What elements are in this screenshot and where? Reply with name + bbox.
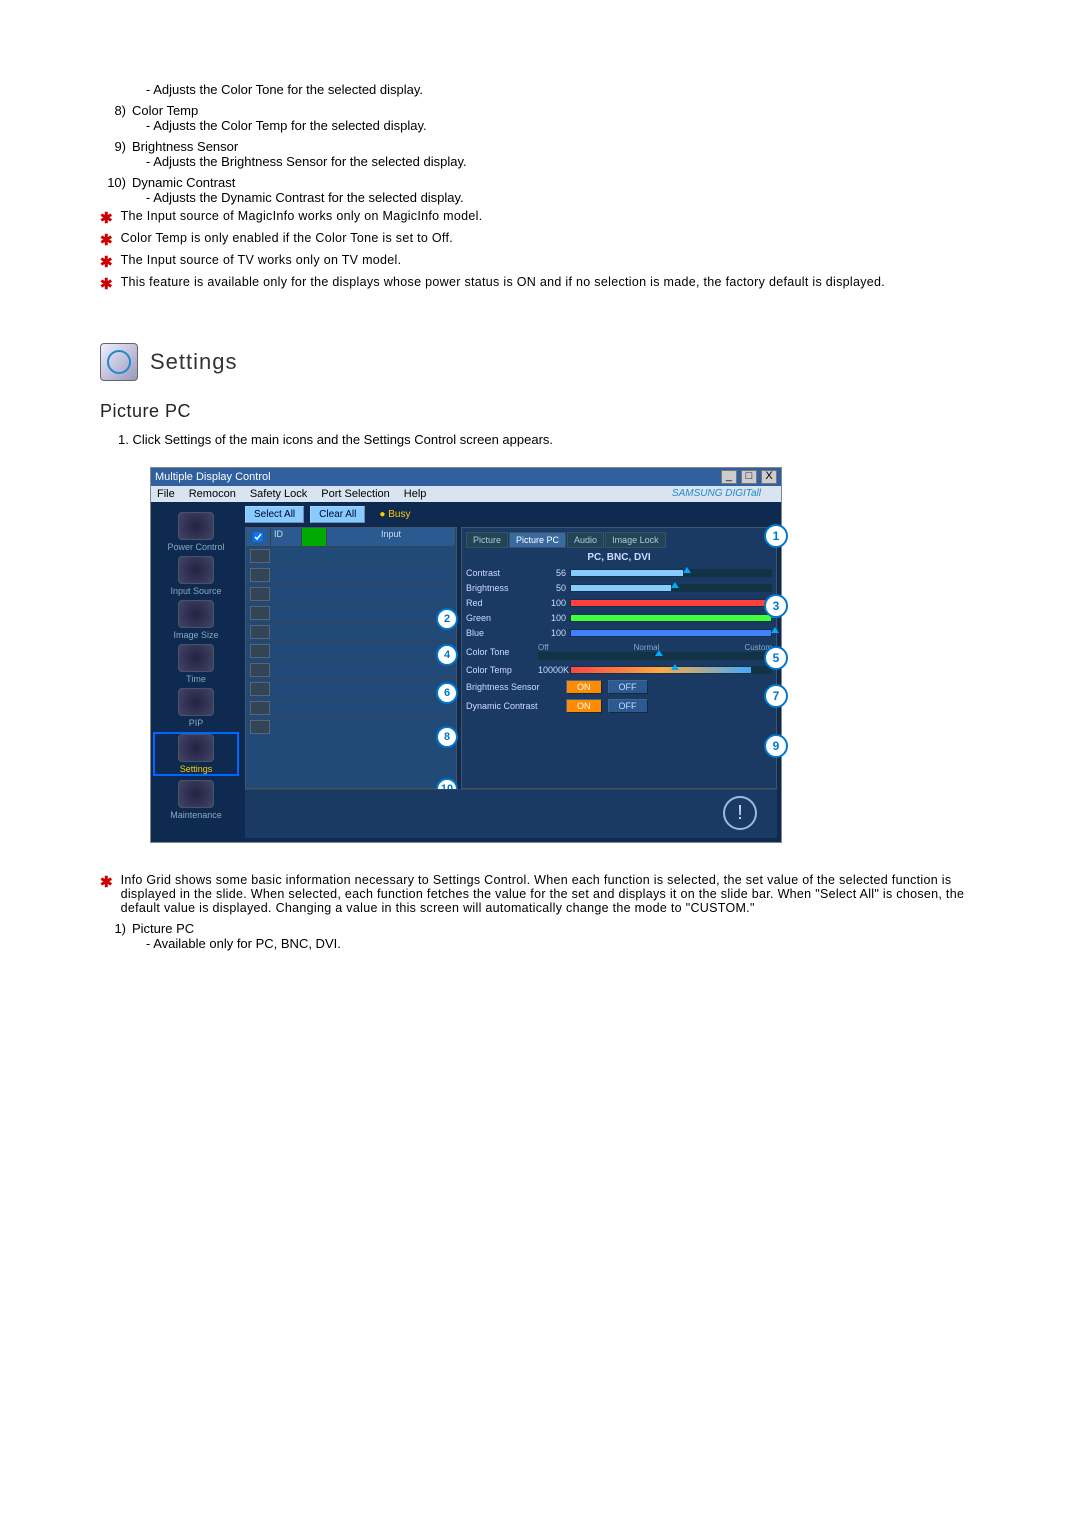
titlebar: Multiple Display Control _ □ X [151,468,781,486]
maximize-icon[interactable]: □ [741,470,757,484]
menu-safety-lock[interactable]: Safety Lock [250,488,307,500]
note: ✱The Input source of TV works only on TV… [100,253,1000,271]
note: ✱Color Temp is only enabled if the Color… [100,231,1000,249]
grid-header-input: Input [327,528,456,546]
grid-row[interactable] [246,717,456,736]
list-item: 9)Brightness Sensor [100,139,1000,154]
settings-cube-icon [100,343,138,381]
list-desc: - Adjusts the Color Tone for the selecte… [146,82,1000,97]
grid-row[interactable] [246,603,456,622]
slider-red[interactable]: Red100 [466,598,772,608]
sidebar-item-settings[interactable]: Settings [153,732,239,776]
sidebar-item-maintenance[interactable]: Maintenance [151,780,241,820]
grid-row[interactable] [246,546,456,565]
section-heading: Settings [100,343,1000,381]
footer-bar: ! [245,789,777,838]
callout-2: 2 [436,608,458,630]
slider-brightness[interactable]: Brightness50 [466,583,772,593]
grid-row[interactable] [246,679,456,698]
tab-picture[interactable]: Picture [466,532,508,548]
star-icon: ✱ [100,253,113,271]
close-icon[interactable]: X [761,470,777,484]
settings-tabs[interactable]: PicturePicture PCAudioImage Lock [466,532,772,548]
list-desc: - Adjusts the Dynamic Contrast for the s… [146,190,1000,205]
brightness-sensor-row: Brightness Sensor ON OFF [466,680,772,694]
slider-green[interactable]: Green100 [466,613,772,623]
callout-5: 5 [764,646,788,670]
clear-all-button[interactable]: Clear All [310,506,365,523]
list-desc: - Adjusts the Color Temp for the selecte… [146,118,1000,133]
list-desc: - Adjusts the Brightness Sensor for the … [146,154,1000,169]
note: ✱Info Grid shows some basic information … [100,873,1000,915]
star-icon: ✱ [100,209,113,227]
color-tone-row[interactable]: Color Tone Off Normal Custom [466,643,772,660]
menubar[interactable]: File Remocon Safety Lock Port Selection Help… [151,486,781,502]
dynamic-contrast-off[interactable]: OFF [608,699,648,713]
settings-panel: PicturePicture PCAudioImage Lock PC, BNC… [461,527,777,789]
menu-file[interactable]: File [157,488,175,500]
sidebar-item-image-size[interactable]: Image Size [151,600,241,640]
star-icon: ✱ [100,275,113,293]
menu-port-selection[interactable]: Port Selection [321,488,389,500]
app-window: Multiple Display Control _ □ X File Remoc… [150,467,782,843]
alert-icon: ! [723,796,757,830]
minimize-icon[interactable]: _ [721,470,737,484]
color-temp-row[interactable]: Color Temp 10000K [466,665,772,675]
grid-row[interactable] [246,622,456,641]
mode-label: PC, BNC, DVI [466,552,772,563]
window-buttons[interactable]: _ □ X [720,470,777,484]
select-all-button[interactable]: Select All [245,506,304,523]
tab-audio[interactable]: Audio [567,532,604,548]
brightness-sensor-off[interactable]: OFF [608,680,648,694]
brightness-sensor-on[interactable]: ON [566,680,602,694]
grid-row[interactable] [246,584,456,603]
intro-step: 1. Click Settings of the main icons and … [118,432,1000,447]
menu-remocon[interactable]: Remocon [189,488,236,500]
callout-7: 7 [764,684,788,708]
list-desc: - Available only for PC, BNC, DVI. [146,936,1000,951]
slider-contrast[interactable]: Contrast56 [466,568,772,578]
busy-indicator: ● Busy [379,509,410,520]
info-grid[interactable]: ID Input 246810 [245,527,457,789]
note: ✱This feature is available only for the … [100,275,1000,293]
menu-help[interactable]: Help [404,488,427,500]
window-title: Multiple Display Control [155,471,271,483]
slider-blue[interactable]: Blue100 [466,628,772,638]
callout-3: 3 [764,594,788,618]
grid-row[interactable] [246,660,456,679]
list-item: 10)Dynamic Contrast [100,175,1000,190]
callout-6: 6 [436,682,458,704]
sidebar-item-time[interactable]: Time [151,644,241,684]
dynamic-contrast-on[interactable]: ON [566,699,602,713]
subheading-picture-pc: Picture PC [100,401,1000,422]
brand-label: SAMSUNG DIGITall [672,488,761,499]
settings-heading: Settings [150,349,238,375]
callout-4: 4 [436,644,458,666]
star-icon: ✱ [100,873,113,891]
callout-8: 8 [436,726,458,748]
grid-row[interactable] [246,698,456,717]
grid-row[interactable] [246,641,456,660]
grid-header-id: ID [271,528,302,546]
callout-9: 9 [764,734,788,758]
list-item: 1)Picture PC [100,921,1000,936]
grid-row[interactable] [246,565,456,584]
grid-check-all[interactable] [253,532,263,542]
dynamic-contrast-row: Dynamic Contrast ON OFF [466,699,772,713]
list-item: 8)Color Temp [100,103,1000,118]
sidebar-item-input-source[interactable]: Input Source [151,556,241,596]
sidebar: Power ControlInput SourceImage SizeTimeP… [151,502,241,842]
tab-image-lock[interactable]: Image Lock [605,532,666,548]
note: ✱The Input source of MagicInfo works onl… [100,209,1000,227]
sidebar-item-pip[interactable]: PIP [151,688,241,728]
sidebar-item-power-control[interactable]: Power Control [151,512,241,552]
star-icon: ✱ [100,231,113,249]
tab-picture-pc[interactable]: Picture PC [509,532,566,548]
callout-1: 1 [764,524,788,548]
